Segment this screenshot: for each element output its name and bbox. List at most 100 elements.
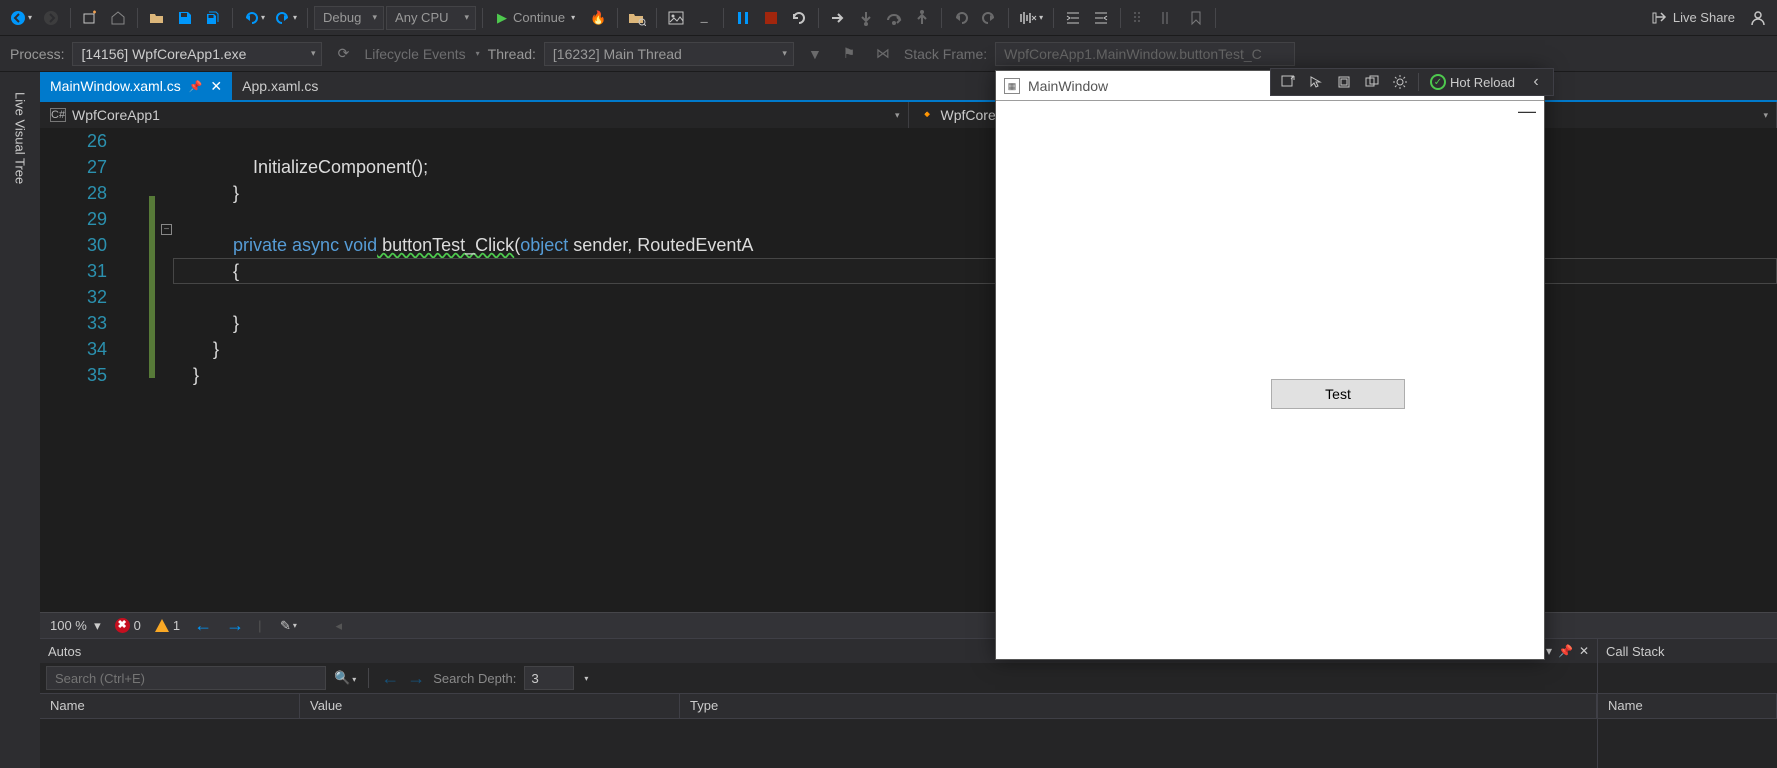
tab-label: MainWindow.xaml.cs <box>50 78 181 94</box>
tab-label: App.xaml.cs <box>242 78 318 94</box>
tab-mainwindow[interactable]: MainWindow.xaml.cs 📌 ✕ <box>40 72 232 100</box>
select-element-icon[interactable] <box>1303 71 1329 93</box>
settings-gear-icon[interactable] <box>1387 71 1413 93</box>
undo-icon[interactable]: ▾ <box>239 5 269 31</box>
process-combo[interactable]: [14156] WpfCoreApp1.exe <box>72 42 322 66</box>
autos-search-input[interactable] <box>46 666 326 690</box>
nav-next-icon[interactable]: → <box>226 615 244 636</box>
col-name[interactable]: Name <box>40 694 300 718</box>
app-client-area: Test <box>996 101 1544 659</box>
app-titlebar[interactable]: ▦ MainWindow ✓ Hot Reload ‹ — <box>996 71 1544 101</box>
col-type[interactable]: Type <box>680 694 1597 718</box>
hot-reload-button[interactable]: ✓ Hot Reload <box>1424 74 1521 90</box>
outdent-icon[interactable] <box>1088 5 1114 31</box>
lifecycle-label: Lifecycle Events <box>364 46 465 62</box>
left-tool-rail: Live Visual Tree <box>0 72 40 768</box>
thread-combo[interactable]: [16232] Main Thread <box>544 42 794 66</box>
browse-icon[interactable] <box>624 5 650 31</box>
home-icon[interactable] <box>105 5 131 31</box>
display-layout-icon[interactable] <box>1331 71 1357 93</box>
pin-icon[interactable]: 📌 <box>189 80 203 93</box>
tab-appxaml[interactable]: App.xaml.cs <box>232 72 328 100</box>
filter-icon[interactable]: ▼ <box>802 41 828 67</box>
warnings-indicator[interactable]: 1 <box>155 618 180 633</box>
close-tab-icon[interactable]: ✕ <box>210 78 222 95</box>
platform-combo[interactable]: Any CPU <box>386 6 476 30</box>
close-panel-icon[interactable]: ✕ <box>1579 644 1589 658</box>
step-out-icon[interactable] <box>909 5 935 31</box>
uncomment-icon[interactable] <box>1155 5 1181 31</box>
test-button[interactable]: Test <box>1271 379 1405 409</box>
goto-live-icon[interactable] <box>1275 71 1301 93</box>
continue-label: Continue <box>513 10 565 25</box>
class-icon: 🔸 <box>919 108 935 122</box>
new-project-icon[interactable] <box>77 5 103 31</box>
check-icon: ✓ <box>1430 74 1446 90</box>
process-label: Process: <box>10 46 64 62</box>
panel-dropdown-icon[interactable]: ▾ <box>1546 644 1552 658</box>
hot-reload-icon[interactable]: 🔥 <box>585 5 611 31</box>
stackframe-label: Stack Frame: <box>904 46 987 62</box>
stackframe-combo[interactable]: WpfCoreApp1.MainWindow.buttonTest_C <box>995 42 1295 66</box>
collapse-overlay-icon[interactable]: ‹ <box>1523 71 1549 93</box>
col-value[interactable]: Value <box>300 694 680 718</box>
image-icon[interactable] <box>663 5 689 31</box>
debug-toolbar: Process: [14156] WpfCoreApp1.exe ⟳ Lifec… <box>0 36 1777 72</box>
search-prev-icon[interactable]: ← <box>381 668 399 689</box>
config-combo[interactable]: Debug <box>314 6 384 30</box>
nav-forward-icon[interactable] <box>38 5 64 31</box>
pin-panel-icon[interactable]: 📌 <box>1558 644 1573 658</box>
bookmark-icon[interactable] <box>1183 5 1209 31</box>
thread-label: Thread: <box>488 46 536 62</box>
comment-icon[interactable] <box>1127 5 1153 31</box>
line-gutter: 26 27 28 29 30 31 32 33 34 35 <box>40 128 125 612</box>
app-icon: ▦ <box>1004 78 1020 94</box>
csharp-icon: C# <box>50 108 66 122</box>
fold-icon[interactable]: − <box>161 224 172 235</box>
intellicode-icon[interactable]: ▾ <box>1015 5 1047 31</box>
nav-back-icon[interactable]: ▾ <box>6 5 36 31</box>
redo2-icon[interactable] <box>976 5 1002 31</box>
debug-overlay-toolbar: ✓ Hot Reload ‹ <box>1270 68 1554 96</box>
save-icon[interactable] <box>172 5 198 31</box>
track-focus-icon[interactable] <box>1359 71 1385 93</box>
flag-icon[interactable]: ⚑ <box>836 41 862 67</box>
hot-reload-label: Hot Reload <box>1450 75 1515 90</box>
live-share-button[interactable]: Live Share <box>1643 5 1743 31</box>
show-next-icon[interactable] <box>825 5 851 31</box>
open-folder-icon[interactable] <box>144 5 170 31</box>
main-toolbar: ▾ ▾ ▾ Debug Any CPU ▶Continue▾ 🔥 _ ▾ Liv… <box>0 0 1777 36</box>
lifecycle-icon[interactable]: ⟳ <box>330 41 356 67</box>
restart-icon[interactable] <box>786 5 812 31</box>
errors-indicator[interactable]: ✖0 <box>115 618 141 633</box>
step-into-icon[interactable] <box>853 5 879 31</box>
code-margin: − <box>125 128 173 612</box>
underline-icon[interactable]: _ <box>691 5 717 31</box>
search-icon[interactable]: 🔍▾ <box>334 670 356 686</box>
app-title: MainWindow <box>1028 78 1108 94</box>
callstack-title: Call Stack <box>1606 644 1769 659</box>
continue-button[interactable]: ▶Continue▾ <box>489 10 583 26</box>
indent-icon[interactable] <box>1060 5 1086 31</box>
pause-icon[interactable] <box>730 5 756 31</box>
zoom-combo[interactable]: 100 % ▾ <box>50 618 101 634</box>
live-visual-tree-tab[interactable]: Live Visual Tree <box>13 92 28 184</box>
callstack-col-name[interactable]: Name <box>1598 694 1777 718</box>
save-all-icon[interactable] <box>200 5 226 31</box>
depth-input[interactable] <box>524 666 574 690</box>
step-over-icon[interactable] <box>881 5 907 31</box>
redo-icon[interactable]: ▾ <box>271 5 301 31</box>
depth-label: Search Depth: <box>433 671 516 686</box>
tracking-icon[interactable]: ✎▾ <box>275 613 301 639</box>
undo2-icon[interactable] <box>948 5 974 31</box>
search-next-icon[interactable]: → <box>407 668 425 689</box>
stop-icon[interactable] <box>758 5 784 31</box>
breadcrumb-project[interactable]: C# WpfCoreApp1 <box>40 102 909 128</box>
breadcrumb-project-label: WpfCoreApp1 <box>72 107 160 123</box>
wpf-app-window[interactable]: ▦ MainWindow ✓ Hot Reload ‹ — Test <box>995 70 1545 660</box>
threads-icon[interactable]: ⋈ <box>870 41 896 67</box>
callstack-panel: Call Stack Name <box>1597 638 1777 768</box>
nav-prev-icon[interactable]: ← <box>194 615 212 636</box>
user-icon[interactable] <box>1745 5 1771 31</box>
live-share-label: Live Share <box>1673 10 1735 25</box>
